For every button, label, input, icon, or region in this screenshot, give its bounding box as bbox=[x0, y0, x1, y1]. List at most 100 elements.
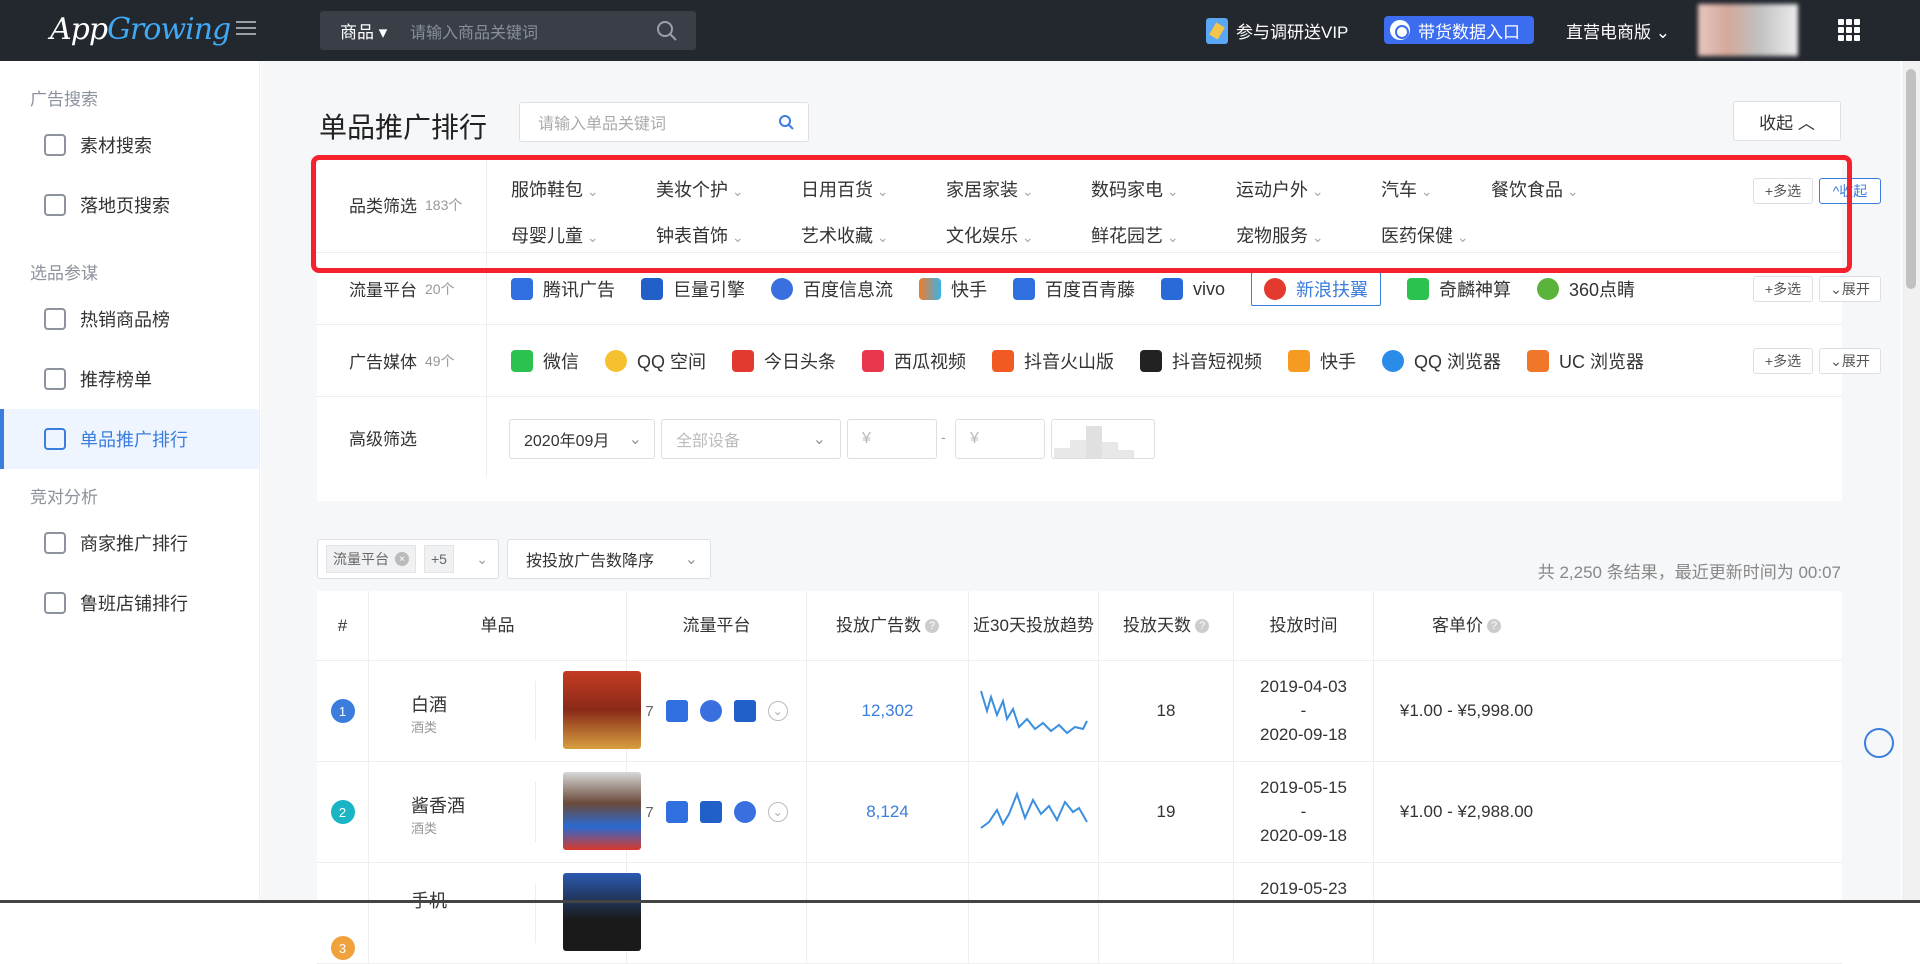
category-item[interactable]: 数码家电 bbox=[1091, 167, 1236, 213]
page-title: 单品推广排行 bbox=[319, 112, 488, 143]
col-rank: # bbox=[317, 590, 369, 661]
category-item[interactable]: 家居家装 bbox=[946, 167, 1091, 213]
apps-grid-icon[interactable] bbox=[1838, 19, 1860, 41]
category-collapse-button[interactable]: ^收起 bbox=[1819, 178, 1881, 204]
help-icon: ? bbox=[925, 619, 939, 634]
top-search-bar[interactable]: 商品 ▾ 请输入商品关键词 bbox=[320, 11, 696, 50]
category-multi-select-button[interactable]: +多选 bbox=[1753, 178, 1813, 204]
active-filter-tags[interactable]: 流量平台 × +5 ⌄ bbox=[317, 539, 499, 579]
platform-item[interactable]: 巨量引擎 bbox=[641, 272, 745, 306]
sidebar-group-title: 广告搜索 bbox=[30, 90, 98, 109]
col-product: 单品 bbox=[369, 590, 627, 661]
platform-item[interactable]: vivo bbox=[1161, 272, 1225, 306]
product-name[interactable]: 酱香酒 bbox=[411, 792, 465, 818]
col-platform: 流量平台 bbox=[627, 590, 807, 661]
chat-icon[interactable] bbox=[1864, 728, 1894, 758]
chevron-down-icon[interactable]: ⌄ bbox=[476, 551, 488, 568]
table-row[interactable]: 2 酱香酒 酒类 7 ⌄ 8,124 19 2019-05-15-2020-09-1… bbox=[317, 761, 1842, 863]
sidebar-item-recommend-list[interactable]: 推荐榜单 bbox=[0, 349, 259, 409]
pencil-icon bbox=[1206, 17, 1228, 44]
sidebar-item-merchant-ranking[interactable]: 商家推广排行 bbox=[0, 513, 259, 573]
media-item[interactable]: 抖音火山版 bbox=[992, 344, 1114, 378]
product-category: 酒类 bbox=[411, 820, 438, 836]
media-multi-select-button[interactable]: +多选 bbox=[1753, 348, 1813, 374]
platform-item[interactable]: 百度百青藤 bbox=[1013, 272, 1135, 306]
platform-item[interactable]: 360点睛 bbox=[1537, 272, 1635, 306]
col-price[interactable]: 客单价? bbox=[1374, 591, 1559, 661]
bag-chart-icon bbox=[44, 428, 66, 450]
product-search-input[interactable]: 请输入单品关键词 bbox=[519, 102, 809, 142]
more-tags-badge[interactable]: +5 bbox=[424, 545, 454, 573]
col-ads[interactable]: 投放广告数? bbox=[807, 590, 969, 661]
platform-item[interactable]: 快手 bbox=[919, 272, 987, 306]
ad-count[interactable]: 8,124 bbox=[807, 761, 969, 863]
table-row[interactable]: 1 白酒 酒类 7 ⌄ 12,302 18 2019-04-03-2020-09-1… bbox=[317, 660, 1842, 762]
sort-select[interactable]: 按投放广告数降序 ⌄ bbox=[507, 539, 711, 579]
wechat-icon bbox=[511, 350, 533, 372]
media-item[interactable]: 快手 bbox=[1288, 344, 1356, 378]
category-item[interactable]: 美妆个护 bbox=[656, 167, 801, 213]
platform-multi-select-button[interactable]: +多选 bbox=[1753, 276, 1813, 302]
search-icon[interactable] bbox=[656, 20, 678, 42]
sidebar-item-landing-search[interactable]: 落地页搜索 bbox=[0, 175, 259, 235]
month-select[interactable]: 2020年09月 ⌄ bbox=[509, 419, 655, 459]
category-item[interactable]: 运动户外 bbox=[1236, 167, 1381, 213]
app-logo[interactable]: AppGrowing bbox=[50, 12, 231, 47]
price-min-input[interactable]: ¥ bbox=[847, 419, 937, 459]
search-type-select[interactable]: 商品 ▾ bbox=[340, 18, 410, 43]
platform-item[interactable]: 百度信息流 bbox=[771, 272, 893, 306]
platform-expand-button[interactable]: ⌄展开 bbox=[1819, 276, 1881, 302]
media-item[interactable]: 抖音短视频 bbox=[1140, 344, 1262, 378]
media-expand-button[interactable]: ⌄展开 bbox=[1819, 348, 1881, 374]
image-icon bbox=[44, 134, 66, 156]
platform-item[interactable]: 奇麟神算 bbox=[1407, 272, 1511, 306]
trend-sparkline bbox=[979, 690, 1088, 735]
sidebar-item-product-ranking[interactable]: 单品推广排行 bbox=[0, 409, 259, 469]
col-trend: 近30天投放趋势 bbox=[969, 590, 1099, 661]
scrollbar[interactable] bbox=[1902, 61, 1920, 903]
category-item[interactable]: 服饰鞋包 bbox=[511, 167, 656, 213]
media-item[interactable]: 今日头条 bbox=[732, 344, 836, 378]
top-search-input[interactable]: 请输入商品关键词 bbox=[410, 19, 656, 43]
collapse-button[interactable]: 收起 ︿ bbox=[1733, 101, 1841, 141]
platform-item-selected[interactable]: 新浪扶翼 bbox=[1251, 272, 1382, 306]
filter-tag[interactable]: 流量平台 × bbox=[326, 545, 416, 573]
col-days[interactable]: 投放天数? bbox=[1099, 590, 1234, 661]
platform-count: 7 bbox=[645, 702, 654, 720]
product-name[interactable]: 白酒 bbox=[411, 691, 447, 717]
main-content: 单品推广排行 请输入单品关键词 收起 ︿ 品类筛选183个 服饰鞋包 美妆个护 … bbox=[261, 61, 1901, 964]
table-row[interactable]: 3 手机 2019-05-23 bbox=[317, 862, 1842, 964]
tencent-ads-icon bbox=[665, 801, 688, 823]
menu-toggle-icon[interactable] bbox=[236, 21, 256, 39]
avatar[interactable] bbox=[1698, 4, 1798, 56]
media-list: 微信 QQ 空间 今日头条 西瓜视频 抖音火山版 抖音短视频 快手 QQ 浏览器… bbox=[511, 344, 1670, 378]
chevron-down-icon[interactable]: ⌄ bbox=[767, 701, 788, 721]
sidebar-item-luban-ranking[interactable]: 鲁班店铺排行 bbox=[0, 573, 259, 633]
media-item[interactable]: 西瓜视频 bbox=[862, 344, 966, 378]
vip-survey-link[interactable]: 参与调研送VIP bbox=[1206, 0, 1348, 61]
chevron-down-icon[interactable]: ⌄ bbox=[767, 802, 788, 822]
unit-price: ¥1.00 - ¥5,998.00 bbox=[1399, 701, 1534, 720]
price-histogram[interactable] bbox=[1051, 419, 1155, 459]
media-item[interactable]: QQ 浏览器 bbox=[1382, 344, 1501, 378]
media-item[interactable]: UC 浏览器 bbox=[1527, 344, 1644, 378]
category-item[interactable]: 餐饮食品 bbox=[1491, 167, 1636, 213]
category-item[interactable]: 日用百货 bbox=[801, 167, 946, 213]
media-item[interactable]: QQ 空间 bbox=[605, 344, 706, 378]
sales-data-entry-button[interactable]: 带货数据入口 bbox=[1384, 16, 1534, 44]
device-select[interactable]: 全部设备 ⌄ bbox=[661, 419, 841, 459]
category-item[interactable]: 汽车 bbox=[1381, 167, 1491, 213]
sidebar-group-title: 选品参谋 bbox=[30, 264, 98, 283]
close-icon[interactable]: × bbox=[395, 552, 409, 566]
media-item[interactable]: 微信 bbox=[511, 344, 579, 378]
price-max-input[interactable]: ¥ bbox=[955, 419, 1045, 459]
sidebar-item-hot-products[interactable]: 热销商品榜 bbox=[0, 289, 259, 349]
ad-count[interactable]: 12,302 bbox=[807, 660, 969, 762]
sidebar-item-material-search[interactable]: 素材搜索 bbox=[0, 115, 259, 175]
media-filter-label: 广告媒体 49个 bbox=[317, 325, 487, 396]
edition-dropdown[interactable]: 直营电商版 ⌄ bbox=[1566, 0, 1670, 61]
search-icon[interactable] bbox=[778, 114, 794, 130]
platform-item[interactable]: 腾讯广告 bbox=[511, 272, 615, 306]
cart-icon bbox=[44, 308, 66, 330]
scrollbar-thumb[interactable] bbox=[1906, 69, 1916, 289]
